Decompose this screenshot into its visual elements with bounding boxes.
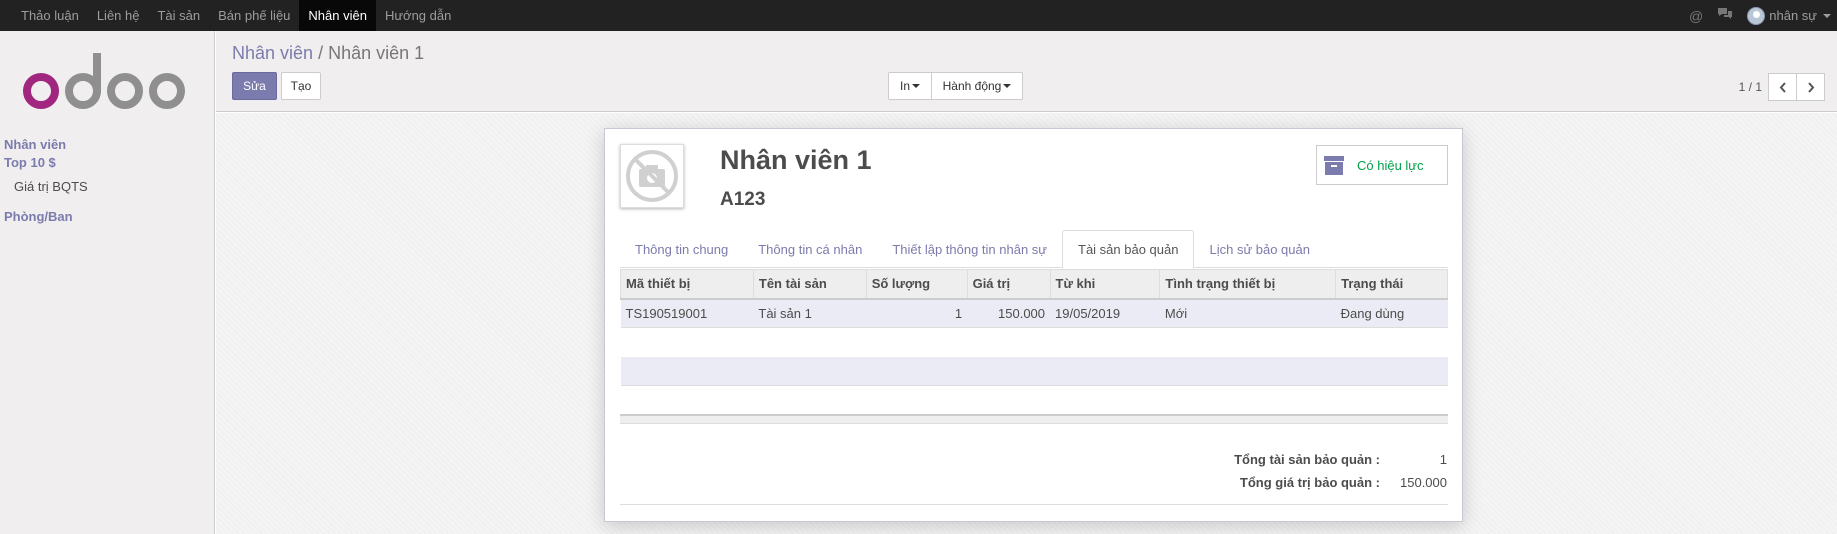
chevron-down-icon xyxy=(1823,13,1831,18)
pager: 1 / 1 xyxy=(1739,73,1825,101)
sidebar: Nhân viên Top 10 $ Giá trị BQTS Phòng/Ba… xyxy=(0,31,215,534)
avatar xyxy=(1747,6,1766,25)
cell-status: Đang dùng xyxy=(1335,298,1448,328)
menu-item-huong-dan[interactable]: Hướng dẫn xyxy=(376,0,460,31)
table-row-empty xyxy=(620,385,1448,415)
control-panel: Nhân viên / Nhân viên 1 Sửa Tạo In Hành … xyxy=(216,31,1837,112)
breadcrumb-current: Nhân viên 1 xyxy=(328,43,425,63)
employee-code: A123 xyxy=(720,189,766,210)
print-label: In xyxy=(899,79,910,93)
chevron-left-icon xyxy=(1779,81,1786,93)
user-name: nhân sự xyxy=(1769,8,1817,23)
tab-personal-info[interactable]: Thông tin cá nhân xyxy=(743,230,877,268)
column-header[interactable]: Giá trị xyxy=(966,269,1051,300)
create-button[interactable]: Tạo xyxy=(281,72,321,100)
column-header[interactable]: Tên tài sản xyxy=(752,269,867,300)
cell-quantity: 1 xyxy=(866,298,968,328)
form-view-area: Nhân viên 1 A123 Có hiệu lực Thông tin c… xyxy=(216,113,1837,534)
menu-item-thao-luan[interactable]: Thảo luận xyxy=(12,0,88,31)
sidebar-section-department[interactable]: Phòng/Ban xyxy=(4,209,73,224)
archive-box-icon xyxy=(1324,156,1344,175)
cell-since: 19/05/2019 xyxy=(1050,298,1160,328)
at-mention-icon[interactable]: @ xyxy=(1689,8,1703,24)
action-label: Hành động xyxy=(942,79,1002,93)
chat-bubbles-icon[interactable] xyxy=(1717,7,1733,24)
divider xyxy=(620,504,1448,505)
tab-general-info[interactable]: Thông tin chung xyxy=(620,230,743,268)
status-label: Có hiệu lực xyxy=(1357,157,1424,173)
action-dropdown[interactable]: Hành động xyxy=(931,72,1023,100)
menu-item-nhan-vien[interactable]: Nhân viên xyxy=(299,0,376,31)
form-sheet: Nhân viên 1 A123 Có hiệu lực Thông tin c… xyxy=(604,128,1463,522)
menu-item-lien-he[interactable]: Liên hệ xyxy=(88,0,149,31)
print-dropdown[interactable]: In xyxy=(888,72,932,100)
tab-hr-settings[interactable]: Thiết lập thông tin nhân sự xyxy=(877,230,1062,268)
column-header[interactable]: Từ khi xyxy=(1049,269,1161,300)
cell-asset-code: TS190519001 xyxy=(620,298,754,328)
total-assets-label: Tổng tài sản bảo quản : xyxy=(1234,452,1380,467)
table-footer xyxy=(620,414,1448,424)
totals-summary: Tổng tài sản bảo quản : 1 Tổng giá trị b… xyxy=(1234,448,1447,494)
notebook-tabs: Thông tin chung Thông tin cá nhân Thiết … xyxy=(620,230,1448,269)
breadcrumb-parent[interactable]: Nhân viên xyxy=(232,43,313,63)
sidebar-section-top10[interactable]: Top 10 $ xyxy=(4,155,56,170)
employee-name: Nhân viên 1 xyxy=(720,145,872,175)
systray: @ nhân sự xyxy=(1689,0,1837,31)
pager-next-button[interactable] xyxy=(1796,73,1825,101)
menu-item-tai-san[interactable]: Tài sản xyxy=(148,0,209,31)
employee-photo[interactable] xyxy=(620,144,684,208)
top-navbar: Thảo luận Liên hệ Tài sản Bán phế liệu N… xyxy=(0,0,1837,31)
cell-value: 150.000 xyxy=(967,298,1051,328)
table-row[interactable]: TS190519001 Tài sản 1 1 150.000 19/05/20… xyxy=(620,298,1448,328)
tab-assets-in-custody[interactable]: Tài sản bảo quản xyxy=(1062,230,1195,269)
menu-item-ban-phe-lieu[interactable]: Bán phế liệu xyxy=(209,0,299,31)
pager-value[interactable]: 1 / 1 xyxy=(1739,80,1762,94)
column-header[interactable]: Tình trạng thiết bị xyxy=(1159,269,1337,300)
tab-custody-history[interactable]: Lịch sử bảo quản xyxy=(1194,230,1325,268)
assets-table: Mã thiết bị Tên tài sản Số lượng Giá trị… xyxy=(620,269,1448,415)
breadcrumb: Nhân viên / Nhân viên 1 xyxy=(232,43,424,64)
total-value-value: 150.000 xyxy=(1400,475,1447,490)
chevron-down-icon xyxy=(912,84,920,88)
sidebar-item-asset-value[interactable]: Giá trị BQTS xyxy=(14,179,88,194)
chevron-down-icon xyxy=(1003,84,1012,88)
table-header-row: Mã thiết bị Tên tài sản Số lượng Giá trị… xyxy=(620,269,1448,300)
total-value-label: Tổng giá trị bảo quản : xyxy=(1239,475,1380,490)
total-value-row: Tổng giá trị bảo quản : 150.000 xyxy=(1234,471,1447,494)
cell-asset-name: Tài sản 1 xyxy=(753,298,867,328)
column-header[interactable]: Số lượng xyxy=(865,269,968,300)
total-assets-row: Tổng tài sản bảo quản : 1 xyxy=(1234,448,1447,471)
total-assets-value: 1 xyxy=(1439,452,1447,467)
edit-button[interactable]: Sửa xyxy=(232,72,277,100)
breadcrumb-separator: / xyxy=(313,43,329,63)
column-header[interactable]: Mã thiết bị xyxy=(620,269,754,300)
column-header[interactable]: Trạng thái xyxy=(1335,269,1448,300)
table-row-empty xyxy=(620,327,1448,357)
table-row-empty xyxy=(620,356,1448,386)
active-status-button[interactable]: Có hiệu lực xyxy=(1316,145,1448,185)
pager-previous-button[interactable] xyxy=(1768,73,1797,101)
no-camera-icon xyxy=(626,150,678,202)
cell-condition: Mới xyxy=(1159,298,1336,328)
odoo-logo[interactable] xyxy=(20,53,190,113)
chevron-right-icon xyxy=(1807,81,1814,93)
user-menu[interactable]: nhân sự xyxy=(1747,6,1831,25)
sidebar-section-employees[interactable]: Nhân viên xyxy=(4,137,66,152)
main-menu: Thảo luận Liên hệ Tài sản Bán phế liệu N… xyxy=(0,0,460,31)
